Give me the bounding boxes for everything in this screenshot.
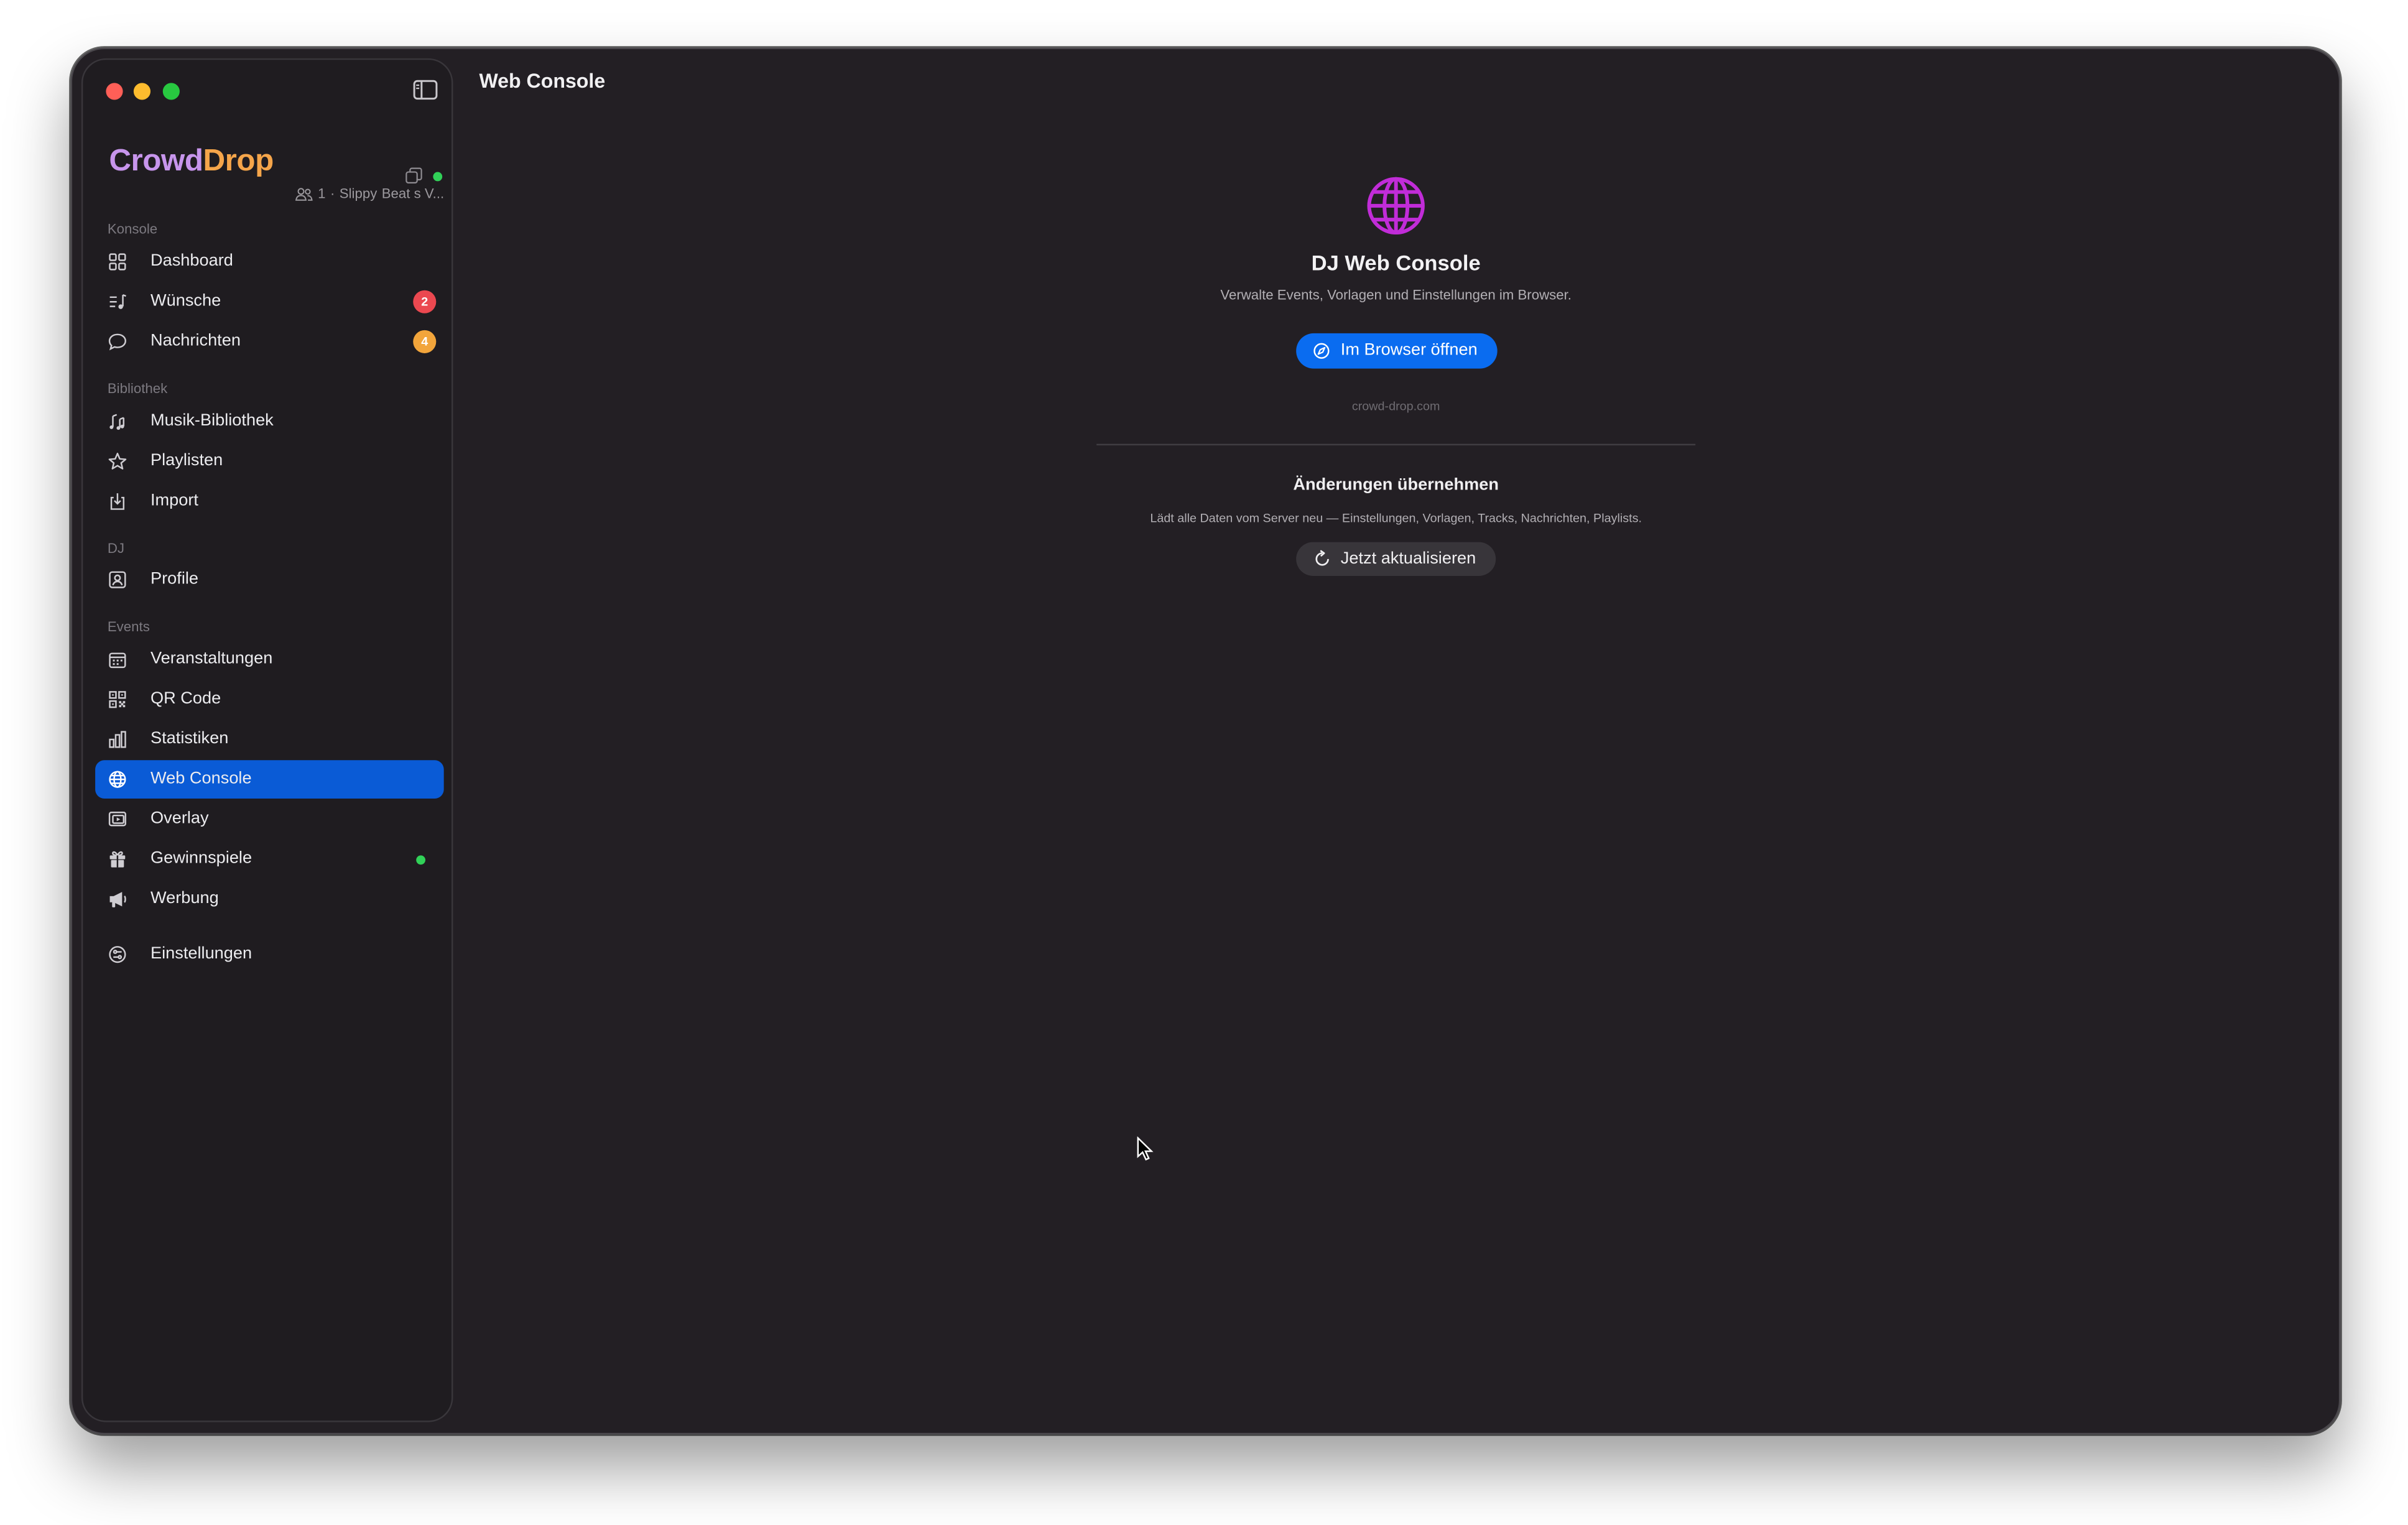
refresh-icon bbox=[1315, 550, 1329, 566]
apply-changes-subtitle: Lädt alle Daten vom Server neu — Einstel… bbox=[1150, 511, 1642, 526]
refresh-now-button[interactable]: Jetzt aktualisieren bbox=[1296, 542, 1496, 576]
guest-count: 1 bbox=[318, 185, 326, 202]
page-title: Web Console bbox=[479, 69, 606, 93]
sidebar-item-label: Web Console bbox=[150, 769, 252, 788]
minimize-window-button[interactable] bbox=[133, 83, 151, 100]
sidebar-item-profile[interactable]: Profile bbox=[95, 560, 444, 599]
apply-changes-heading: Änderungen übernehmen bbox=[1293, 476, 1499, 495]
sidebar-item-wuensche[interactable]: Wünsche 2 bbox=[95, 282, 444, 321]
globe-icon bbox=[108, 769, 127, 789]
import-icon bbox=[108, 491, 127, 511]
sidebar-item-label: Veranstaltungen bbox=[150, 649, 273, 669]
qr-code-icon bbox=[108, 690, 127, 710]
close-window-button[interactable] bbox=[106, 83, 123, 100]
active-status-dot bbox=[416, 855, 426, 865]
star-icon bbox=[108, 452, 127, 471]
sidebar-item-label: Profile bbox=[150, 570, 199, 588]
sidebar-toggle-icon[interactable] bbox=[413, 80, 438, 100]
sidebar-item-import[interactable]: Import bbox=[95, 482, 444, 521]
users-icon bbox=[295, 187, 313, 200]
sidebar-item-label: Werbung bbox=[150, 889, 219, 908]
brand-logo: CrowdDrop bbox=[109, 144, 274, 180]
sidebar-item-label: Wünsche bbox=[150, 292, 221, 310]
section-divider bbox=[1096, 443, 1696, 446]
sidebar-item-label: Overlay bbox=[150, 809, 209, 828]
bar-chart-icon bbox=[108, 730, 127, 749]
dj-name: Slippy bbox=[339, 185, 377, 202]
console-url[interactable]: crowd-drop.com bbox=[1096, 399, 1695, 413]
refresh-now-label: Jetzt aktualisieren bbox=[1340, 550, 1476, 568]
app-window: CrowdDrop 1 · Slippy Beat s V... Konsole… bbox=[70, 47, 2341, 1435]
sidebar-item-dashboard[interactable]: Dashboard bbox=[95, 243, 444, 281]
sidebar-item-qr-code[interactable]: QR Code bbox=[95, 680, 444, 719]
sidebar-item-label: Import bbox=[150, 491, 199, 510]
gift-icon bbox=[108, 850, 127, 869]
sidebar-item-musik-bibliothek[interactable]: Musik-Bibliothek bbox=[95, 402, 444, 441]
sidebar: CrowdDrop 1 · Slippy Beat s V... Konsole… bbox=[81, 58, 453, 1422]
console-heading: DJ Web Console bbox=[1311, 250, 1481, 276]
settings-icon bbox=[108, 945, 127, 965]
sidebar-item-label: Statistiken bbox=[150, 729, 229, 748]
mouse-cursor-icon bbox=[1137, 1136, 1154, 1161]
calendar-icon bbox=[108, 650, 127, 670]
sidebar-item-werbung[interactable]: Werbung bbox=[95, 880, 444, 919]
sidebar-item-label: Playlisten bbox=[150, 451, 223, 470]
megaphone-icon bbox=[108, 889, 127, 909]
messages-count-badge: 4 bbox=[413, 330, 437, 353]
sidebar-item-label: QR Code bbox=[150, 689, 221, 708]
sidebar-item-label: Nachrichten bbox=[150, 331, 241, 351]
session-info: 1 · Slippy Beat s V... bbox=[295, 185, 445, 202]
brand-part-crowd: Crowd bbox=[109, 144, 203, 178]
globe-icon bbox=[1367, 177, 1425, 235]
section-events: Events bbox=[107, 619, 150, 634]
copy-icon[interactable] bbox=[405, 167, 422, 184]
sidebar-item-label: Dashboard bbox=[150, 251, 233, 271]
open-in-browser-label: Im Browser öffnen bbox=[1340, 341, 1478, 359]
music-list-icon bbox=[108, 292, 127, 312]
event-name: Beat s V... bbox=[381, 185, 445, 202]
zoom-window-button[interactable] bbox=[162, 83, 180, 100]
section-konsole: Konsole bbox=[107, 221, 158, 237]
sidebar-item-statistiken[interactable]: Statistiken bbox=[95, 720, 444, 759]
music-notes-icon bbox=[108, 412, 127, 432]
sidebar-item-playlisten[interactable]: Playlisten bbox=[95, 442, 444, 481]
profile-card-icon bbox=[108, 570, 127, 590]
session-separator: · bbox=[330, 185, 335, 202]
grid-icon bbox=[108, 252, 127, 272]
online-status-dot bbox=[433, 172, 443, 182]
compass-icon bbox=[1313, 343, 1330, 359]
sidebar-item-einstellungen[interactable]: Einstellungen bbox=[95, 935, 444, 974]
sidebar-item-gewinnspiele[interactable]: Gewinnspiele bbox=[95, 840, 444, 879]
sidebar-item-label: Musik-Bibliothek bbox=[150, 411, 274, 430]
chat-bubble-icon bbox=[108, 331, 127, 351]
brand-part-drop: Drop bbox=[203, 144, 274, 178]
overlay-icon bbox=[108, 809, 127, 829]
open-in-browser-button[interactable]: Im Browser öffnen bbox=[1296, 333, 1498, 369]
sidebar-item-label: Gewinnspiele bbox=[150, 849, 252, 868]
sidebar-item-nachrichten[interactable]: Nachrichten 4 bbox=[95, 323, 444, 361]
sidebar-item-web-console[interactable]: Web Console bbox=[95, 760, 444, 799]
section-bibliothek: Bibliothek bbox=[107, 381, 168, 397]
console-subtitle: Verwalte Events, Vorlagen und Einstellun… bbox=[1220, 287, 1572, 303]
wishes-count-badge: 2 bbox=[413, 290, 437, 313]
sidebar-item-label: Einstellungen bbox=[150, 944, 252, 963]
sidebar-item-veranstaltungen[interactable]: Veranstaltungen bbox=[95, 641, 444, 679]
section-dj: DJ bbox=[107, 540, 125, 556]
sidebar-item-overlay[interactable]: Overlay bbox=[95, 800, 444, 839]
